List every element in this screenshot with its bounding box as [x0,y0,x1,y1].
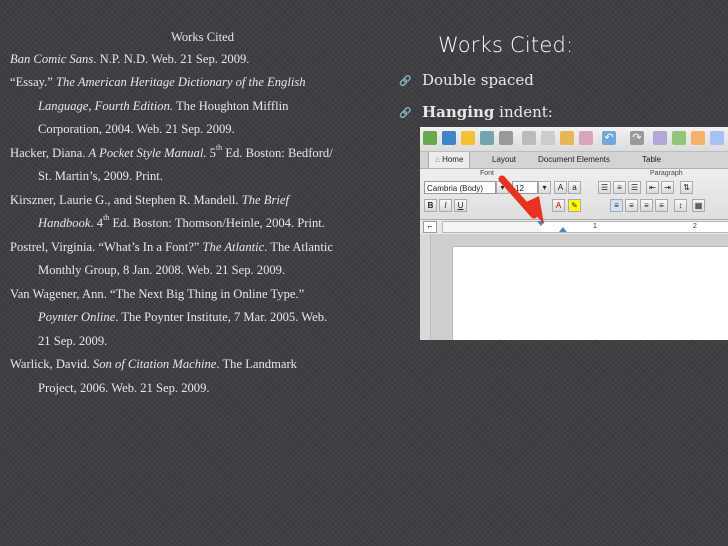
citation-entry: Postrel, Virginia. “What’s In a Font?” T… [10,238,395,285]
citation-text: . The Poynter Institute, 7 Mar. 2005. We… [115,310,328,325]
citation-line: Warlick, David. Son of Citation Machine.… [10,355,395,379]
citation-title-text: Handbook [38,216,91,231]
bullet-icon: 🔗 [399,108,412,119]
citation-entry: “Essay.” The American Heritage Dictionar… [10,73,395,144]
citation-text: Corporation, 2004. Web. 21 Sep. 2009. [38,122,235,137]
citation-line: Handbook. 4th Ed. Boston: Thomson/Heinle… [10,213,395,238]
citation-line: Language, Fourth Edition. The Houghton M… [10,97,395,121]
document-heading: Works Cited [171,30,234,44]
citation-title-text: Language, Fourth Edition. [38,98,174,113]
red-arrow-shaft [498,175,538,219]
citation-line: Kirszner, Laurie G., and Stephen R. Mand… [10,191,395,215]
citation-text: “Essay.” [10,75,57,90]
slide-title: Works Cited: [438,33,574,57]
citation-line: Poynter Online. The Poynter Institute, 7… [10,308,395,332]
citation-text: St. Martin’s, 2009. Print. [38,169,163,184]
citation-line: Postrel, Virginia. “What’s In a Font?” T… [10,238,395,262]
citation-line: 21 Sep. 2009. [10,332,395,356]
citation-line: Van Wagener, Ann. “The Next Big Thing in… [10,285,395,309]
citation-text: Ed. Boston: Thomson/Heinle, 2004. Print. [109,216,325,231]
citation-text: . 4 [90,216,104,231]
citation-text: . N.P. N.D. Web. 21 Sep. 2009. [93,51,250,66]
works-cited-document: Works Cited Ban Comic Sans. N.P. N.D. We… [10,28,395,402]
citation-text: th [215,142,223,152]
citation-list: Ban Comic Sans. N.P. N.D. Web. 21 Sep. 2… [10,50,395,403]
citation-line: Corporation, 2004. Web. 21 Sep. 2009. [10,120,395,144]
citation-title-text: Ban Comic Sans [10,51,94,66]
citation-entry: Van Wagener, Ann. “The Next Big Thing in… [10,285,395,356]
citation-line: Hacker, Diana. A Pocket Style Manual. 5t… [10,142,395,168]
citation-entry: Hacker, Diana. A Pocket Style Manual. 5t… [10,142,395,191]
citation-entry: Ban Comic Sans. N.P. N.D. Web. 21 Sep. 2… [10,50,395,74]
bullet-text: Hanging indent: [422,103,553,121]
citation-text: th [103,213,110,223]
citation-text: . The Landmark [216,357,297,372]
citation-text: The Houghton Mifflin [173,98,289,113]
citation-text: Kirszner, Laurie G., and Stephen R. Mand… [10,192,242,207]
citation-text: . The Atlantic [264,239,333,254]
citation-text: Monthly Group, 8 Jan. 2008. Web. 21 Sep.… [38,263,286,278]
citation-entry: Warlick, David. Son of Citation Machine.… [10,355,395,402]
citation-title-text: A Pocket Style Manual. [88,145,207,160]
citation-title-text: Poynter Online [38,310,116,325]
citation-text: Project, 2006. Web. 21 Sep. 2009. [38,380,210,395]
citation-text: Ed. Boston: Bedford/ [222,145,333,160]
citation-text: 5 [206,145,216,160]
citation-title-text: The American Heritage Dictionary of the … [56,75,306,90]
citation-line: St. Martin’s, 2009. Print. [10,167,395,191]
citation-line: Ban Comic Sans. N.P. N.D. Web. 21 Sep. 2… [10,50,395,74]
citation-entry: Kirszner, Laurie G., and Stephen R. Mand… [10,191,395,238]
citation-text: Postrel, Virginia. “What’s In a Font?” [10,239,203,254]
citation-line: Monthly Group, 8 Jan. 2008. Web. 21 Sep.… [10,261,395,285]
red-arrow-icon [498,175,544,224]
citation-line: Project, 2006. Web. 21 Sep. 2009. [10,379,395,403]
bullet-text: Double spaced [422,71,534,89]
citation-text: Warlick, David. [10,357,93,372]
word-screenshot: ↶ ↷ ⌂ Home Layout Document Elements Tabl… [420,127,728,340]
citation-line: “Essay.” The American Heritage Dictionar… [10,73,395,97]
bullet-icon: 🔗 [399,76,412,87]
citation-title-text: Son of Citation Machine [92,357,217,372]
citation-text: Hacker, Diana. [10,145,89,160]
citation-text: 21 Sep. 2009. [38,333,108,348]
citation-text: Van Wagener, Ann. “The Next Big Thing in… [10,286,305,301]
citation-title-text: The Atlantic [202,239,265,254]
citation-title-text: The Brief [241,192,289,207]
